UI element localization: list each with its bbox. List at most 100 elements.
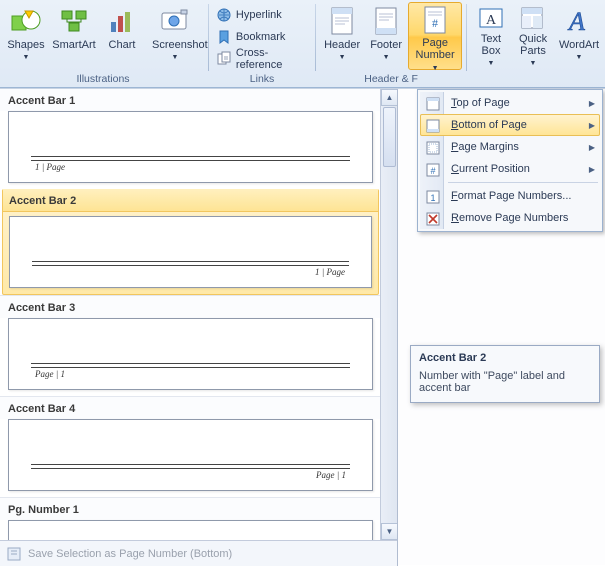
submenu-arrow-icon: ▶ (589, 121, 595, 130)
quickparts-icon (517, 5, 549, 31)
gallery-preview-text: Page | 1 (316, 470, 346, 480)
save-selection-icon (6, 546, 22, 562)
header-button[interactable]: Header ▼ (320, 2, 364, 70)
scroll-up-button[interactable]: ▲ (381, 89, 397, 106)
bookmark-label: Bookmark (236, 31, 286, 43)
dropdown-caret-icon: ▼ (383, 52, 390, 64)
dropdown-caret-icon: ▼ (339, 52, 346, 64)
pagenumber-menu: Top of Page ▶ Bottom of Page ▶ Page Marg… (417, 89, 603, 232)
wordart-button[interactable]: A WordArt ▼ (555, 2, 603, 70)
group-label-links: Links (213, 73, 311, 87)
format-page-numbers-icon: 1 (425, 189, 441, 205)
smartart-icon (58, 5, 90, 37)
separator (466, 4, 467, 71)
group-text: A Text Box ▼ Quick Parts ▼ A WordArt ▼ (469, 0, 605, 87)
crossref-label: Cross-reference (236, 47, 304, 71)
smartart-label: SmartArt (52, 39, 95, 51)
gallery-preview-text: 1 | Page (35, 162, 65, 172)
dropdown-caret-icon: ▼ (172, 52, 179, 64)
bottom-of-page-icon (425, 118, 441, 134)
chart-label: Chart (109, 39, 136, 51)
scroll-down-button[interactable]: ▼ (381, 523, 397, 540)
svg-text:A: A (567, 7, 585, 36)
hyperlink-button[interactable]: Hyperlink (213, 4, 289, 26)
menu-format-page-numbers[interactable]: 1 Format Page Numbers... (420, 185, 600, 207)
quickparts-button[interactable]: Quick Parts ▼ (511, 2, 555, 70)
group-label-text (471, 73, 603, 87)
group-links: Hyperlink Bookmark Cross-reference Links (211, 0, 313, 87)
submenu-arrow-icon: ▶ (589, 165, 595, 174)
gallery-preview: 1 | Page (9, 216, 372, 288)
crossref-icon (216, 51, 232, 67)
menu-bottom-of-page[interactable]: Bottom of Page ▶ (420, 114, 600, 136)
menu-remove-page-numbers[interactable]: Remove Page Numbers (420, 207, 600, 229)
group-label-illustrations: Illustrations (2, 73, 204, 87)
tooltip: Accent Bar 2 Number with "Page" label an… (410, 345, 600, 403)
bookmark-icon (216, 29, 232, 45)
menu-page-margins[interactable]: Page Margins ▶ (420, 136, 600, 158)
submenu-arrow-icon: ▶ (589, 99, 595, 108)
quickparts-label: Quick Parts (513, 33, 553, 57)
gallery-item-title: Accent Bar 4 (0, 396, 381, 419)
gallery-item[interactable] (0, 520, 381, 540)
screenshot-icon (159, 5, 191, 37)
gallery-item[interactable]: Page | 1 (0, 419, 381, 497)
group-illustrations: Shapes ▼ SmartArt Chart Screenshot (0, 0, 206, 87)
svg-text:A: A (486, 13, 497, 28)
svg-text:#: # (430, 166, 435, 176)
header-icon (326, 5, 358, 37)
remove-page-numbers-icon (425, 211, 441, 227)
hyperlink-label: Hyperlink (236, 9, 282, 21)
textbox-label: Text Box (473, 33, 509, 57)
textbox-button[interactable]: A Text Box ▼ (471, 2, 511, 70)
screenshot-button[interactable]: Screenshot ▼ (146, 2, 204, 70)
pagenumber-label: Page Number ▼ (412, 37, 458, 75)
gallery-item[interactable]: Accent Bar 2 1 | Page (2, 189, 379, 295)
scroll-thumb[interactable] (383, 107, 396, 167)
gallery-item-title: Pg. Number 1 (0, 497, 381, 520)
tooltip-title: Accent Bar 2 (419, 352, 591, 364)
gallery-preview: Page | 1 (8, 318, 373, 390)
current-position-icon: # (425, 162, 441, 178)
shapes-icon (10, 5, 42, 37)
pagenumber-icon: # (419, 5, 451, 35)
gallery-footer-label: Save Selection as Page Number (Bottom) (28, 548, 232, 560)
gallery-item-title: Accent Bar 3 (0, 295, 381, 318)
smartart-button[interactable]: SmartArt (50, 2, 98, 70)
scrollbar[interactable]: ▲ ▼ (380, 89, 397, 540)
pagenumber-gallery: Accent Bar 1 1 | Page Accent Bar 2 1 | Page… (0, 89, 398, 566)
chart-icon (106, 5, 138, 37)
submenu-arrow-icon: ▶ (589, 143, 595, 152)
separator (315, 4, 316, 71)
footer-icon (370, 5, 402, 37)
shapes-button[interactable]: Shapes ▼ (2, 2, 50, 70)
menu-current-position[interactable]: # Current Position ▶ (420, 158, 600, 180)
top-of-page-icon (425, 96, 441, 112)
footer-button[interactable]: Footer ▼ (364, 2, 408, 70)
hyperlink-icon (216, 7, 232, 23)
shapes-label: Shapes (7, 39, 44, 51)
gallery-footer: Save Selection as Page Number (Bottom) (0, 540, 397, 566)
group-label-headerfooter: Header & F (320, 73, 462, 87)
gallery-item-title: Accent Bar 1 (0, 89, 381, 111)
gallery-item-title: Accent Bar 2 (3, 189, 378, 212)
gallery-item[interactable]: 1 | Page (0, 111, 381, 189)
menu-top-of-page[interactable]: Top of Page ▶ (420, 92, 600, 114)
dropdown-caret-icon: ▼ (576, 52, 583, 64)
tooltip-body: Number with "Page" label and accent bar (419, 370, 591, 394)
textbox-icon: A (475, 5, 507, 31)
gallery-item[interactable]: Page | 1 (0, 318, 381, 396)
bookmark-button[interactable]: Bookmark (213, 26, 293, 48)
page-margins-icon (425, 140, 441, 156)
svg-text:1: 1 (430, 193, 435, 203)
wordart-icon: A (563, 5, 595, 37)
dropdown-caret-icon: ▼ (488, 58, 495, 70)
gallery-preview: Page | 1 (8, 419, 373, 491)
screenshot-label: Screenshot (152, 39, 198, 51)
chart-button[interactable]: Chart (98, 2, 146, 70)
pagenumber-button[interactable]: # Page Number ▼ (408, 2, 462, 70)
group-headerfooter: Header ▼ Footer ▼ # Page Number ▼ Header… (318, 0, 464, 87)
svg-text:#: # (432, 16, 438, 30)
header-label: Header (324, 39, 360, 51)
crossref-button[interactable]: Cross-reference (213, 48, 311, 70)
